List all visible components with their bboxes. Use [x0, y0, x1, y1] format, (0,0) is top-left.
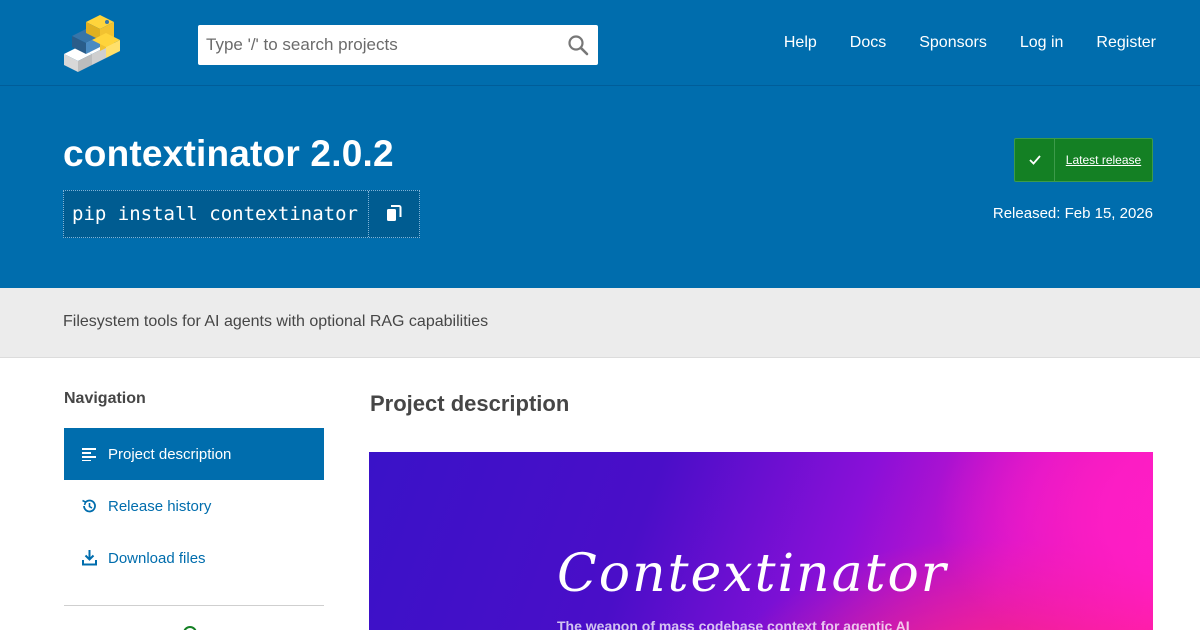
latest-release-badge[interactable]: Latest release	[1014, 138, 1153, 182]
download-icon	[81, 550, 97, 566]
sidebar-item-label: Release history	[108, 497, 212, 515]
nav-register-link[interactable]: Register	[1096, 34, 1156, 52]
search-bar	[198, 25, 598, 65]
sidebar-item-label: Project description	[108, 445, 232, 463]
package-summary-strip: Filesystem tools for AI agents with opti…	[0, 288, 1200, 358]
hero-title: Contextinator	[557, 544, 948, 604]
nav-sponsors-link[interactable]: Sponsors	[919, 34, 987, 52]
package-banner: contextinator 2.0.2 pip install contexti…	[0, 86, 1200, 288]
sidebar-item-download-files[interactable]: Download files	[64, 532, 324, 584]
nav-docs-link[interactable]: Docs	[850, 34, 886, 52]
hero-subtitle: The weapon of mass codebase context for …	[557, 618, 910, 630]
pypi-logo-icon[interactable]	[62, 14, 130, 72]
nav-help-link[interactable]: Help	[784, 34, 817, 52]
pip-install-command[interactable]: pip install contextinator	[64, 191, 368, 237]
copy-button[interactable]	[368, 191, 419, 237]
release-date: Released: Feb 15, 2026	[992, 205, 1153, 222]
sidebar-heading: Navigation	[64, 390, 146, 407]
align-left-icon	[81, 446, 97, 462]
project-hero-image: Contextinator The weapon of mass codebas…	[369, 452, 1153, 630]
sidebar-item-label: Download files	[108, 549, 206, 567]
nav-login-link[interactable]: Log in	[1020, 34, 1064, 52]
latest-release-link[interactable]: Latest release	[1055, 139, 1152, 181]
sidebar-item-release-history[interactable]: Release history	[64, 480, 324, 532]
search-icon[interactable]	[566, 33, 590, 57]
search-input[interactable]	[198, 25, 558, 65]
package-summary: Filesystem tools for AI agents with opti…	[63, 313, 489, 330]
sidebar-item-project-description[interactable]: Project description	[64, 428, 324, 480]
copy-icon	[387, 205, 402, 221]
top-nav: Help Docs Sponsors Log in Register	[751, 0, 1156, 86]
history-icon	[81, 498, 97, 514]
sidebar-divider	[64, 605, 324, 606]
verified-icon	[183, 626, 197, 630]
main-heading: Project description	[370, 391, 570, 416]
package-title: contextinator 2.0.2	[63, 133, 394, 174]
top-header: Help Docs Sponsors Log in Register	[0, 0, 1200, 86]
checkmark-icon	[1015, 139, 1055, 181]
pip-install-box: pip install contextinator	[63, 190, 420, 238]
